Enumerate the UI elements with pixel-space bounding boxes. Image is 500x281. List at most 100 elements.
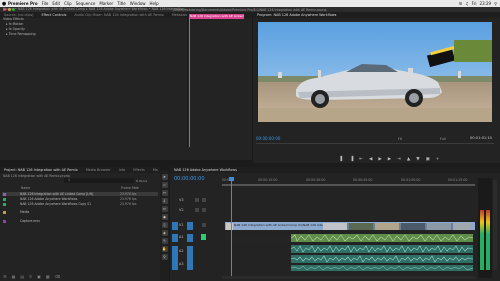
effect-controls-divider[interactable] bbox=[187, 12, 188, 147]
new-item-icon[interactable]: ▩ bbox=[46, 274, 50, 279]
step-forward-icon[interactable]: ▶ bbox=[388, 157, 391, 162]
play-icon[interactable]: ▶ bbox=[378, 157, 381, 162]
timeline-clip-a4[interactable] bbox=[291, 265, 473, 271]
eye-toggle-icon[interactable] bbox=[202, 223, 206, 227]
icon-view-icon[interactable]: ▦ bbox=[12, 274, 16, 279]
go-to-in-icon[interactable]: ⇤ bbox=[359, 157, 363, 162]
mark-in-icon[interactable]: ▌ bbox=[341, 157, 344, 162]
effect-row-time-remapping[interactable]: ▸ Time Remapping bbox=[6, 32, 36, 36]
label-color-swatch[interactable] bbox=[3, 202, 6, 206]
menu-title[interactable]: Title bbox=[117, 1, 126, 6]
eye-toggle-icon[interactable] bbox=[202, 198, 206, 202]
selection-tool-icon[interactable]: ➤ bbox=[161, 174, 168, 180]
rate-stretch-tool-icon[interactable]: ⇔ bbox=[161, 206, 168, 212]
source-patch-a1[interactable] bbox=[172, 234, 178, 242]
rolling-edit-tool-icon[interactable]: ↕ bbox=[161, 198, 168, 204]
timeline-clip-a3[interactable] bbox=[291, 255, 473, 263]
export-frame-icon[interactable]: ▣ bbox=[426, 157, 430, 162]
effect-controls-playhead[interactable] bbox=[189, 14, 190, 147]
hand-tool-icon[interactable]: ✋ bbox=[161, 246, 168, 252]
track-target-a1[interactable] bbox=[187, 234, 193, 242]
pen-tool-icon[interactable]: ✎ bbox=[161, 238, 168, 244]
project-item[interactable]: NAB 126 Integration with AE Linked Comp … bbox=[2, 192, 158, 197]
step-back-icon[interactable]: ◀ bbox=[369, 157, 372, 162]
menubar-day: Fri bbox=[471, 1, 477, 6]
disclosure-triangle-icon[interactable]: ▸ fx bbox=[6, 27, 13, 31]
tab-program[interactable]: Program: NAB 126 Adobe Anywhere Workflow… bbox=[253, 13, 340, 17]
tab-effect-controls[interactable]: Effect Controls bbox=[37, 13, 70, 17]
label-color-swatch[interactable] bbox=[3, 197, 6, 201]
track-target-audio[interactable] bbox=[187, 246, 193, 270]
resolution-full-select[interactable]: Full bbox=[440, 137, 446, 141]
button-editor-icon[interactable]: + bbox=[436, 157, 440, 162]
project-item[interactable]: Capture.mov bbox=[2, 219, 158, 223]
project-item[interactable]: NAB 126 Adobe Anywhere Workflows 23.976 … bbox=[2, 197, 158, 201]
automate-icon[interactable]: ▤ bbox=[20, 274, 24, 279]
work-area-bar[interactable] bbox=[222, 184, 475, 186]
solo-toggle-a1[interactable] bbox=[201, 234, 206, 240]
apple-menu-icon[interactable]: ● bbox=[0, 1, 8, 7]
timeline-playhead[interactable] bbox=[231, 178, 232, 278]
menu-window[interactable]: Window bbox=[130, 1, 146, 6]
menu-sequence[interactable]: Sequence bbox=[76, 1, 96, 6]
menu-edit[interactable]: Edit bbox=[52, 1, 60, 6]
zoom-tool-icon[interactable]: ⚲ bbox=[161, 254, 168, 260]
project-bin[interactable]: Media bbox=[2, 210, 158, 214]
volume-icon[interactable]: ♫ bbox=[465, 1, 469, 6]
wifi-icon[interactable]: ☰ bbox=[459, 1, 463, 6]
timeline-horizontal-scrollbar[interactable] bbox=[222, 276, 475, 279]
lock-toggle-icon[interactable] bbox=[195, 198, 199, 202]
program-video-frame bbox=[258, 22, 492, 122]
app-menu[interactable]: Premiere Pro bbox=[8, 1, 38, 6]
mark-out-icon[interactable]: ▐ bbox=[350, 157, 353, 162]
menu-help[interactable]: Help bbox=[150, 1, 159, 6]
menu-file[interactable]: File bbox=[42, 1, 49, 6]
ripple-edit-tool-icon[interactable]: ↔ bbox=[161, 190, 168, 196]
razor-tool-icon[interactable]: ◆ bbox=[161, 214, 168, 220]
find-icon[interactable]: ⚲ bbox=[29, 274, 32, 279]
slip-tool-icon[interactable]: ◊ bbox=[161, 222, 168, 228]
project-item-rate: 23.976 fps bbox=[120, 202, 137, 206]
tab-project[interactable]: Project: NAB 126 Integration with AE Rem… bbox=[0, 168, 82, 172]
timeline-clip-a1[interactable] bbox=[290, 234, 474, 242]
zoom-fit-select[interactable]: Fit bbox=[398, 137, 402, 141]
extract-icon[interactable]: ▼ bbox=[416, 157, 419, 162]
effect-row-opacity[interactable]: ▸ fx Opacity bbox=[6, 27, 25, 31]
timeline-clip-a2[interactable] bbox=[291, 245, 473, 253]
menu-marker[interactable]: Marker bbox=[99, 1, 113, 6]
track-target-v1[interactable] bbox=[187, 222, 193, 230]
col-name-header[interactable]: Name bbox=[21, 186, 30, 190]
source-patch-v1[interactable] bbox=[172, 222, 178, 230]
effect-controls-clip-bar[interactable]: NAB 126 Integration with AE Linked bbox=[189, 14, 244, 19]
new-bin-icon[interactable]: ▣ bbox=[37, 274, 41, 279]
source-patch-audio[interactable] bbox=[172, 246, 178, 270]
label-color-swatch[interactable] bbox=[3, 219, 6, 223]
trash-icon[interactable]: ⌫ bbox=[55, 274, 61, 279]
menu-clip[interactable]: Clip bbox=[64, 1, 72, 6]
tab-effects[interactable]: Effects bbox=[129, 168, 149, 172]
lift-icon[interactable]: ▲ bbox=[407, 157, 410, 162]
program-tabs: Program: NAB 126 Adobe Anywhere Workflow… bbox=[253, 12, 500, 18]
slide-tool-icon[interactable]: ◈ bbox=[161, 230, 168, 236]
col-frame-rate-header[interactable]: Frame Rate bbox=[121, 186, 139, 190]
go-to-out-icon[interactable]: ⇥ bbox=[397, 157, 401, 162]
project-search-input[interactable]: ⚲ bbox=[64, 178, 134, 183]
menubar-clock[interactable]: 23:29 bbox=[480, 1, 492, 6]
tab-audio-clip-mixer[interactable]: Audio Clip Mixer: NAB 126 Integration wi… bbox=[70, 13, 168, 17]
timeline-timecode[interactable]: 00:00:00:00 bbox=[174, 176, 205, 182]
lock-toggle-icon[interactable] bbox=[195, 208, 199, 212]
label-color-swatch[interactable] bbox=[3, 192, 6, 196]
program-scrubber[interactable] bbox=[256, 143, 494, 144]
disclosure-triangle-icon[interactable]: ▸ fx bbox=[6, 22, 13, 26]
search-icon[interactable]: ⚲ bbox=[494, 1, 497, 6]
timeline-vertical-scrollbar[interactable] bbox=[493, 180, 497, 270]
eye-toggle-icon[interactable] bbox=[202, 208, 206, 212]
list-view-icon[interactable]: ☰ bbox=[3, 274, 7, 279]
project-item[interactable]: NAB 126 Adobe Anywhere Workflows Copy 01… bbox=[2, 202, 158, 206]
tab-media-browser[interactable]: Media Browser bbox=[82, 168, 115, 172]
tab-info[interactable]: Info bbox=[115, 168, 129, 172]
track-select-tool-icon[interactable]: ⇨ bbox=[161, 182, 168, 188]
effect-row-motion[interactable]: ▸ fx Motion bbox=[6, 22, 23, 26]
tab-sequence[interactable]: NAB 126 Adobe Anywhere Workflows bbox=[170, 168, 241, 172]
program-timecode-current[interactable]: 00:00:00:00 bbox=[256, 136, 280, 141]
